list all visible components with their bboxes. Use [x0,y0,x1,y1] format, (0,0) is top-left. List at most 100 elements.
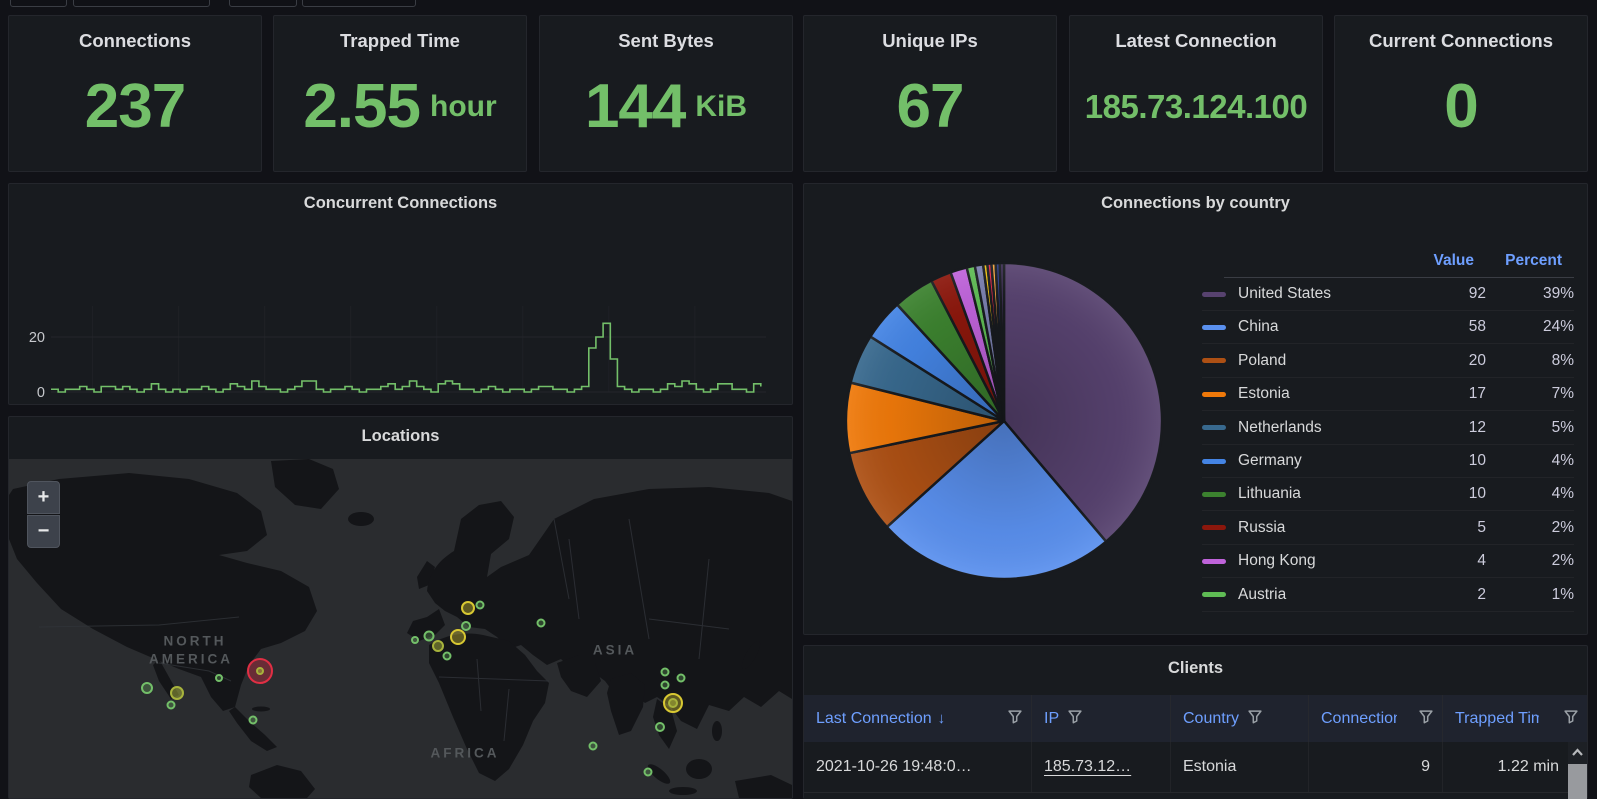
column-header-label[interactable]: Last Connection [816,710,932,728]
legend-country-label[interactable]: China [1238,318,1424,336]
cell-connections: 9 [1309,742,1443,792]
legend-percent: 4% [1486,452,1574,470]
map-marker-olive [668,698,678,708]
map-marker-green [424,631,435,642]
column-header-country[interactable]: Country [1171,695,1309,742]
x-axis-tick-label: 00:00 [160,402,196,404]
legend-row-poland[interactable]: Poland208% [1202,345,1574,378]
world-map[interactable]: + − NORTHAMERICAASIAAFRICA [9,459,792,798]
legend-value: 5 [1424,519,1486,537]
map-marker-yellow [461,601,475,615]
legend-country-label[interactable]: Russia [1238,519,1424,537]
filter-icon[interactable] [1247,709,1263,724]
legend-country-label[interactable]: Lithuania [1238,485,1424,503]
legend-value: 17 [1424,385,1486,403]
column-header-label[interactable]: Country [1183,710,1239,728]
stat-value-row: 2.55hour [274,52,526,171]
filter-icon[interactable] [1563,709,1579,724]
variable-dropdown[interactable] [73,0,210,7]
legend-swatch [1202,325,1226,330]
table-scrollbar[interactable] [1568,742,1587,799]
column-header-connections[interactable]: Connections [1309,695,1443,742]
stat-panel-latest-connection: Latest Connection 185.73.124.100 [1069,15,1323,172]
sort-desc-icon[interactable]: ↓ [938,710,946,727]
legend-swatch [1202,392,1226,397]
map-region-label: NORTH [164,634,227,649]
column-header-ip[interactable]: IP [1032,695,1171,742]
world-map-land [9,459,792,798]
column-header-label[interactable]: Connections [1321,710,1397,728]
stat-value: 185.73.124.100 [1085,88,1307,126]
column-header-trapped-time[interactable]: Trapped Time [1443,695,1587,742]
legend-country-label[interactable]: Germany [1238,452,1424,470]
cell-ip[interactable]: 185.73.12… [1032,742,1171,792]
legend-percent: 2% [1486,519,1574,537]
cell-last-connection: 2021-10-26 19:48:0… [804,742,1032,792]
map-zoom-in-button[interactable]: + [27,481,60,514]
legend-swatch [1202,358,1226,363]
legend-percent: 39% [1486,285,1574,303]
map-zoom-out-button[interactable]: − [27,515,60,548]
time-series-chart: 21:0000:0003:0006:0009:0012:0015:0018:00… [9,224,792,404]
legend-country-label[interactable]: Hong Kong [1238,552,1424,570]
stat-label: Unique IPs [804,16,1056,52]
legend-row-netherlands[interactable]: Netherlands125% [1202,412,1574,445]
variable-control[interactable] [229,0,297,7]
legend-row-china[interactable]: China5824% [1202,311,1574,344]
legend-row-hong-kong[interactable]: Hong Kong42% [1202,545,1574,578]
legend-value: 10 [1424,452,1486,470]
ip-link[interactable]: 185.73.12… [1044,758,1131,776]
x-axis-tick-label: 15:00 [591,402,627,404]
variable-dropdown[interactable] [302,0,416,7]
y-axis-tick-label: 20 [29,330,45,346]
filter-icon[interactable] [1418,709,1434,724]
cell-country: Estonia [1171,742,1309,792]
filter-icon[interactable] [1007,709,1023,724]
stat-label: Trapped Time [274,16,526,52]
table-row [804,793,1587,799]
panel-title: Locations [9,417,792,457]
map-marker-green [411,636,419,644]
panel-concurrent-connections: Concurrent Connections 21:0000:0003:0006… [8,183,793,405]
panel-title: Clients [804,646,1587,695]
pie-chart [804,224,1224,624]
legend-country-label[interactable]: Estonia [1238,385,1424,403]
legend-row-austria[interactable]: Austria21% [1202,579,1574,612]
legend-swatch [1202,492,1226,497]
legend-country-label[interactable]: United States [1238,285,1424,303]
legend-swatch [1202,425,1226,430]
legend-value: 20 [1424,352,1486,370]
legend-row-lithuania[interactable]: Lithuania104% [1202,478,1574,511]
legend-row-germany[interactable]: Germany104% [1202,445,1574,478]
legend-country-label[interactable]: Poland [1238,352,1424,370]
clients-table-header: Last Connection ↓ IP Country Connections Trap… [804,695,1587,742]
legend-country-label[interactable]: Austria [1238,586,1424,604]
x-axis-tick-label: 03:00 [247,402,283,404]
stat-value-row: 237 [9,52,261,171]
legend-row-united-states[interactable]: United States9239% [1202,278,1574,311]
column-header-last-connection[interactable]: Last Connection ↓ [804,695,1032,742]
filter-icon[interactable] [1067,709,1083,724]
legend-country-label[interactable]: Netherlands [1238,419,1424,437]
stat-panel-sent-bytes: Sent Bytes144KiB [539,15,793,172]
stat-unit: hour [430,90,497,124]
map-marker-green [661,668,670,677]
map-marker-green [249,716,258,725]
panel-connections-by-country: Connections by country Value Percent Uni… [803,183,1588,635]
legend-swatch [1202,559,1226,564]
map-marker-green [167,701,176,710]
scroll-up-icon[interactable] [1568,743,1587,763]
column-header-label[interactable]: IP [1044,710,1059,728]
panel-title: Connections by country [804,184,1587,224]
map-marker-green [215,674,223,682]
map-marker-green [655,722,665,732]
column-header-label[interactable]: Trapped Time [1455,710,1539,728]
legend-row-russia[interactable]: Russia52% [1202,512,1574,545]
scrollbar-thumb[interactable] [1568,764,1587,799]
stat-label: Latest Connection [1070,16,1322,52]
legend-row-estonia[interactable]: Estonia177% [1202,378,1574,411]
legend-header-value[interactable]: Value [1412,252,1474,270]
variable-control[interactable] [10,0,67,7]
legend-percent: 1% [1486,586,1574,604]
legend-header-percent[interactable]: Percent [1482,252,1562,270]
